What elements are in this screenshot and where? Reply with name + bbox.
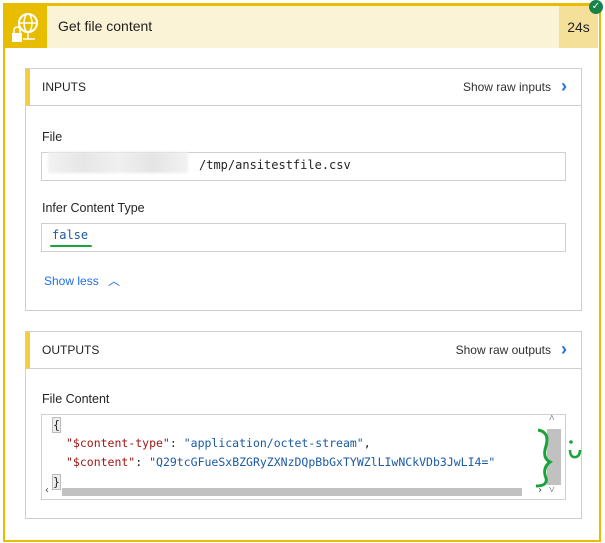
inputs-title: INPUTS [42,80,87,94]
file-value: /tmp/ansitestfile.csv [199,158,351,172]
chevron-right-icon[interactable]: › [561,339,567,360]
code-key: "$content" [66,455,136,469]
show-less-link[interactable]: Show less ︿ [44,272,120,289]
chevron-up-icon: ︿ [108,274,121,288]
infer-content-type-field[interactable]: false [41,223,566,252]
annotation-underline [50,245,92,247]
inputs-header: INPUTS Show raw inputs › [26,69,581,106]
open-brace: { [52,417,61,433]
file-label: File [42,130,63,144]
infer-content-type-label: Infer Content Type [42,201,145,215]
horizontal-scrollbar[interactable] [62,488,522,496]
close-brace: } [52,474,61,490]
code-value: "application/octet-stream" [183,436,364,450]
outputs-title: OUTPUTS [42,343,100,357]
check-icon: ✓ [589,0,603,14]
action-title: Get file content [58,18,153,34]
outputs-panel: OUTPUTS Show raw outputs › File Content … [25,331,582,519]
file-content-editor[interactable]: { "$content-type": "application/octet-st… [41,414,566,500]
code-key: "$content-type" [66,436,170,450]
outputs-header: OUTPUTS Show raw outputs › [26,332,581,369]
code-line-content-type: "$content-type": "application/octet-stre… [66,436,371,450]
code-line-content: "$content": "Q29tcGFueSxBZGRyZXNzDQpBbGx… [66,455,496,469]
show-less-label: Show less [44,274,99,288]
show-raw-outputs-link[interactable]: Show raw outputs [456,343,551,357]
redacted-path [48,152,188,173]
annotation-brace [535,428,582,488]
globe-lock-icon [5,6,47,48]
code-value: "Q29tcGFueSxBZGRyZXNzDQpBbGxTYWZlLIwNCkV… [149,455,496,469]
chevron-right-icon[interactable]: › [561,76,567,97]
infer-content-type-value: false [52,228,89,242]
file-content-label: File Content [42,392,110,406]
show-raw-inputs-link[interactable]: Show raw inputs [463,80,551,94]
scroll-up-icon[interactable]: ˄ [549,415,555,424]
scroll-left-icon[interactable]: ‹ [44,485,50,496]
file-field[interactable]: /tmp/ansitestfile.csv [41,152,566,181]
inputs-panel: INPUTS Show raw inputs › File /tmp/ansit… [25,68,582,311]
